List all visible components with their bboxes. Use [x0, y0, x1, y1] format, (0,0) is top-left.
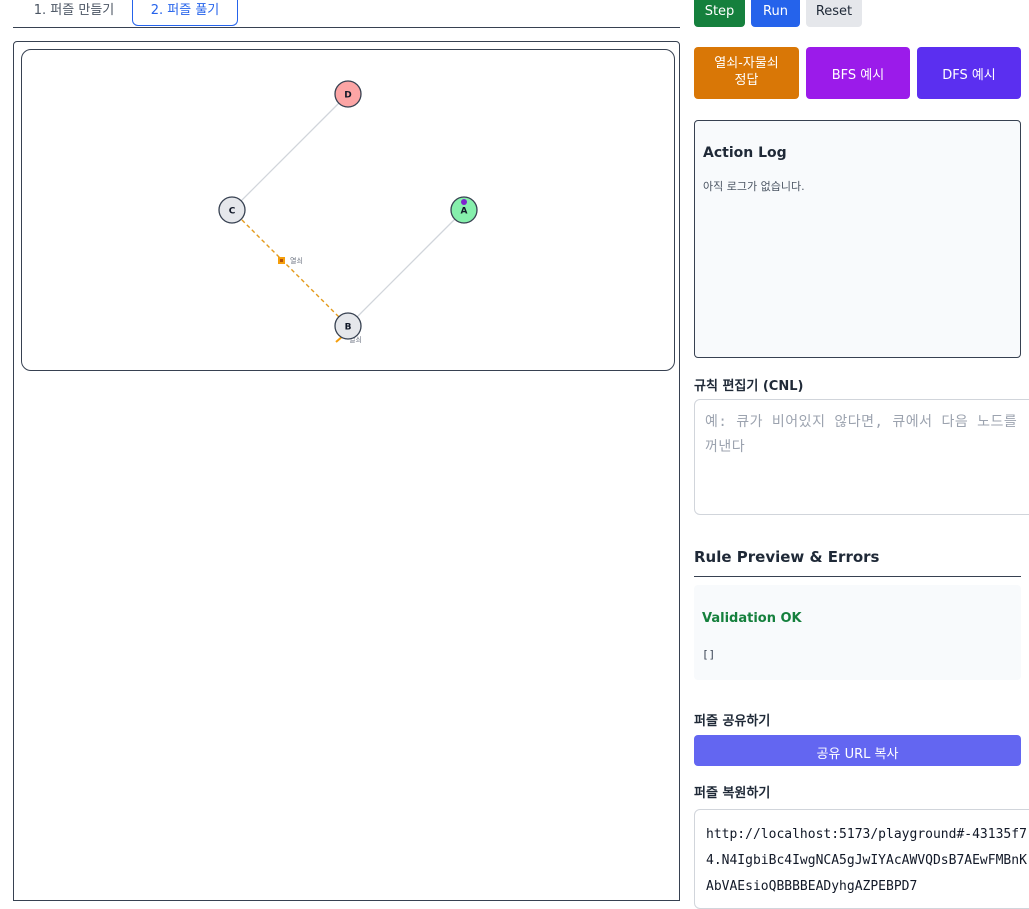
- action-log-panel: Action Log 아직 로그가 없습니다.: [694, 120, 1021, 358]
- rule-editor-label: 규칙 편집기 (CNL): [694, 379, 804, 394]
- restore-url-input[interactable]: http://localhost:5173/playground#-43135f…: [694, 809, 1029, 909]
- key-lock-answer-button[interactable]: 열쇠-자물쇠 정답: [694, 47, 799, 99]
- svg-text:C: C: [229, 207, 236, 217]
- action-log-title: Action Log: [703, 145, 787, 161]
- step-button[interactable]: Step: [694, 0, 745, 27]
- svg-text:B: B: [345, 323, 352, 333]
- bfs-example-button[interactable]: BFS 예시: [806, 47, 910, 99]
- svg-text:D: D: [344, 91, 351, 101]
- svg-text:A: A: [461, 207, 468, 217]
- share-label: 퍼즐 공유하기: [694, 714, 771, 729]
- rule-preview-box: [694, 585, 1021, 680]
- copy-share-url-button[interactable]: 공유 URL 복사: [694, 735, 1021, 766]
- rule-preview-title: Rule Preview & Errors: [694, 548, 880, 566]
- divider: [694, 576, 1021, 577]
- tab-solve-puzzle[interactable]: 2. 퍼즐 풀기: [132, 0, 238, 26]
- rule-editor-input[interactable]: 예: 큐가 비어있지 않다면, 큐에서 다음 노드를 꺼낸다: [694, 399, 1029, 515]
- agent-marker-icon: [461, 199, 467, 205]
- reset-button[interactable]: Reset: [806, 0, 862, 27]
- key-lock-answer-label: 열쇠-자물쇠 정답: [714, 56, 779, 88]
- edge-c-b-key: [231, 209, 349, 327]
- graph-svg: 열쇠 열쇠 D C A B: [218, 80, 478, 344]
- edge-key-label: 열쇠: [290, 256, 303, 265]
- node-c[interactable]: C: [218, 196, 246, 224]
- restore-label: 퍼즐 복원하기: [694, 786, 771, 801]
- tab-bar: 1. 퍼즐 만들기 2. 퍼즐 풀기: [13, 0, 680, 28]
- dfs-example-button[interactable]: DFS 예시: [917, 47, 1021, 99]
- validation-status: Validation OK: [702, 611, 802, 626]
- action-log-empty: 아직 로그가 없습니다.: [703, 180, 805, 193]
- tab-create-puzzle[interactable]: 1. 퍼즐 만들기: [16, 0, 132, 26]
- graph-canvas[interactable]: 열쇠 열쇠 D C A B: [21, 49, 675, 371]
- run-button[interactable]: Run: [751, 0, 800, 27]
- node-a[interactable]: A: [450, 196, 478, 224]
- edge-a-b: [347, 209, 465, 327]
- key-item-icon: [278, 257, 285, 264]
- edge-c-d: [231, 93, 349, 211]
- rule-preview-output: []: [702, 648, 716, 661]
- node-d[interactable]: D: [334, 80, 362, 108]
- node-b[interactable]: B: [334, 312, 362, 340]
